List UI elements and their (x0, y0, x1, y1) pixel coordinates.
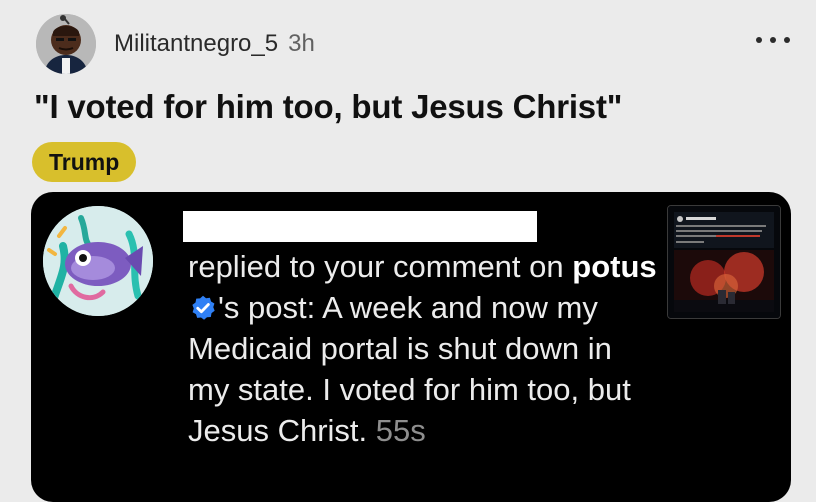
redacted-username-box (183, 211, 537, 242)
referenced-post-thumbnail[interactable] (667, 205, 781, 319)
user-avatar[interactable] (36, 14, 96, 74)
more-dot (784, 37, 790, 43)
post-flair[interactable]: Trump (32, 142, 137, 182)
more-options-icon[interactable] (756, 32, 790, 48)
post-time: 3h (288, 30, 315, 57)
username[interactable]: Militantnegro_5 (114, 30, 278, 58)
username-block: Militantnegro_5 3h (114, 30, 315, 58)
avatar-character-icon (36, 14, 96, 74)
more-dot (756, 37, 762, 43)
post-image[interactable]: replied to your comment on potus's post:… (31, 192, 791, 502)
more-dot (770, 37, 776, 43)
replier-avatar (43, 206, 153, 316)
notification-time: 55s (375, 413, 426, 448)
fish-avatar-icon (43, 206, 153, 316)
post-header: Militantnegro_5 3h (36, 12, 315, 76)
post-title[interactable]: "I voted for him too, but Jesus Christ" (34, 88, 622, 126)
notification-text: replied to your comment on potus's post:… (188, 246, 658, 451)
fireworks-thumbnail-icon (668, 206, 780, 318)
account-handle[interactable]: potus (572, 249, 656, 284)
verified-badge-icon (192, 295, 215, 320)
notification-action-text: replied to your comment on (188, 249, 564, 284)
